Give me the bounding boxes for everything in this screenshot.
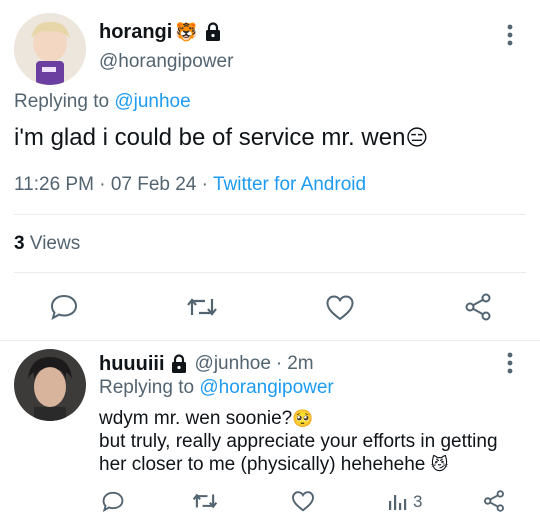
retweet-button[interactable] [184, 292, 220, 322]
meta-separator: · [99, 174, 106, 195]
comment-icon [102, 491, 124, 512]
reply-time-ago[interactable]: 2m [287, 353, 313, 375]
reply-views-count: 3 [413, 492, 423, 511]
reply-text-line-2: but truly, really appreciate your effort… [99, 431, 498, 452]
share-icon [465, 293, 491, 321]
reply-button[interactable] [47, 292, 81, 322]
expressionless-emoji: 😑 [405, 125, 429, 150]
replying-to-label: Replying to [14, 91, 110, 112]
reply-text-line-1: wdym mr. wen soonie? [99, 408, 293, 429]
views[interactable]: 3 Views [14, 233, 80, 255]
lock-icon [170, 354, 188, 374]
retweet-icon [187, 298, 217, 316]
lock-icon [204, 22, 222, 42]
author-avatar[interactable] [14, 13, 86, 85]
tweet-meta: 11:26 PM · 07 Feb 24 · Twitter for Andro… [14, 174, 366, 196]
reply-author-handle[interactable]: @junhoe [195, 353, 271, 375]
meta-separator: · [275, 353, 283, 374]
tweet-text-body: i'm glad i could be of service mr. wen [14, 124, 406, 151]
replying-to: Replying to @junhoe [14, 91, 191, 113]
reply-header: huuuiii @junhoe · 2m [99, 352, 314, 376]
section-divider [0, 340, 540, 341]
views-count: 3 [14, 233, 25, 254]
divider [14, 214, 526, 215]
reply-text-line: wdym mr. wen soonie?🥺 [99, 407, 498, 430]
author-handle[interactable]: @horangipower [99, 51, 233, 73]
analytics-icon [389, 495, 407, 510]
comment-icon [50, 294, 78, 320]
replying-to-handle[interactable]: @junhoe [114, 91, 190, 112]
views-button[interactable]: 3 [387, 490, 422, 514]
tweet-source[interactable]: Twitter for Android [213, 174, 366, 195]
heart-icon [292, 491, 314, 512]
reply-author-avatar[interactable] [14, 349, 86, 421]
views-label: Views [29, 233, 81, 254]
reply-text-line-3: her closer to me (physically) hehehehe [99, 454, 426, 475]
like-button[interactable] [290, 489, 316, 513]
author-name-row: horangi 🐯 [99, 19, 222, 45]
tweet-time: 11:26 PM [14, 174, 94, 195]
author-display-name[interactable]: horangi [99, 21, 172, 44]
like-button[interactable] [323, 292, 357, 322]
tweet-date: 07 Feb 24 [110, 174, 197, 195]
reply-text-line: her closer to me (physically) hehehehe 😼 [99, 453, 498, 476]
meta-separator: · [201, 174, 208, 195]
reply-text: wdym mr. wen soonie?🥺 but truly, really … [99, 407, 498, 476]
retweet-icon [192, 493, 218, 509]
share-button[interactable] [481, 489, 507, 513]
cat-emoji: 😼 [430, 455, 449, 474]
replying-to-handle[interactable]: @horangipower [199, 377, 333, 398]
more-options-icon[interactable] [498, 350, 522, 376]
share-icon [484, 490, 504, 512]
tiger-emoji: 🐯 [175, 21, 198, 42]
replying-to-label: Replying to [99, 377, 195, 398]
reply-button[interactable] [100, 489, 126, 513]
tweet-text: i'm glad i could be of service mr. wen😑 [14, 124, 428, 152]
reply-author-display-name[interactable]: huuuiii [99, 353, 165, 376]
reply-replying-to: Replying to @horangipower [99, 377, 334, 399]
pleading-emoji: 🥺 [292, 409, 314, 428]
divider [14, 272, 526, 273]
share-button[interactable] [461, 292, 495, 322]
heart-icon [326, 294, 354, 320]
more-options-icon[interactable] [498, 22, 522, 48]
retweet-button[interactable] [191, 489, 219, 513]
